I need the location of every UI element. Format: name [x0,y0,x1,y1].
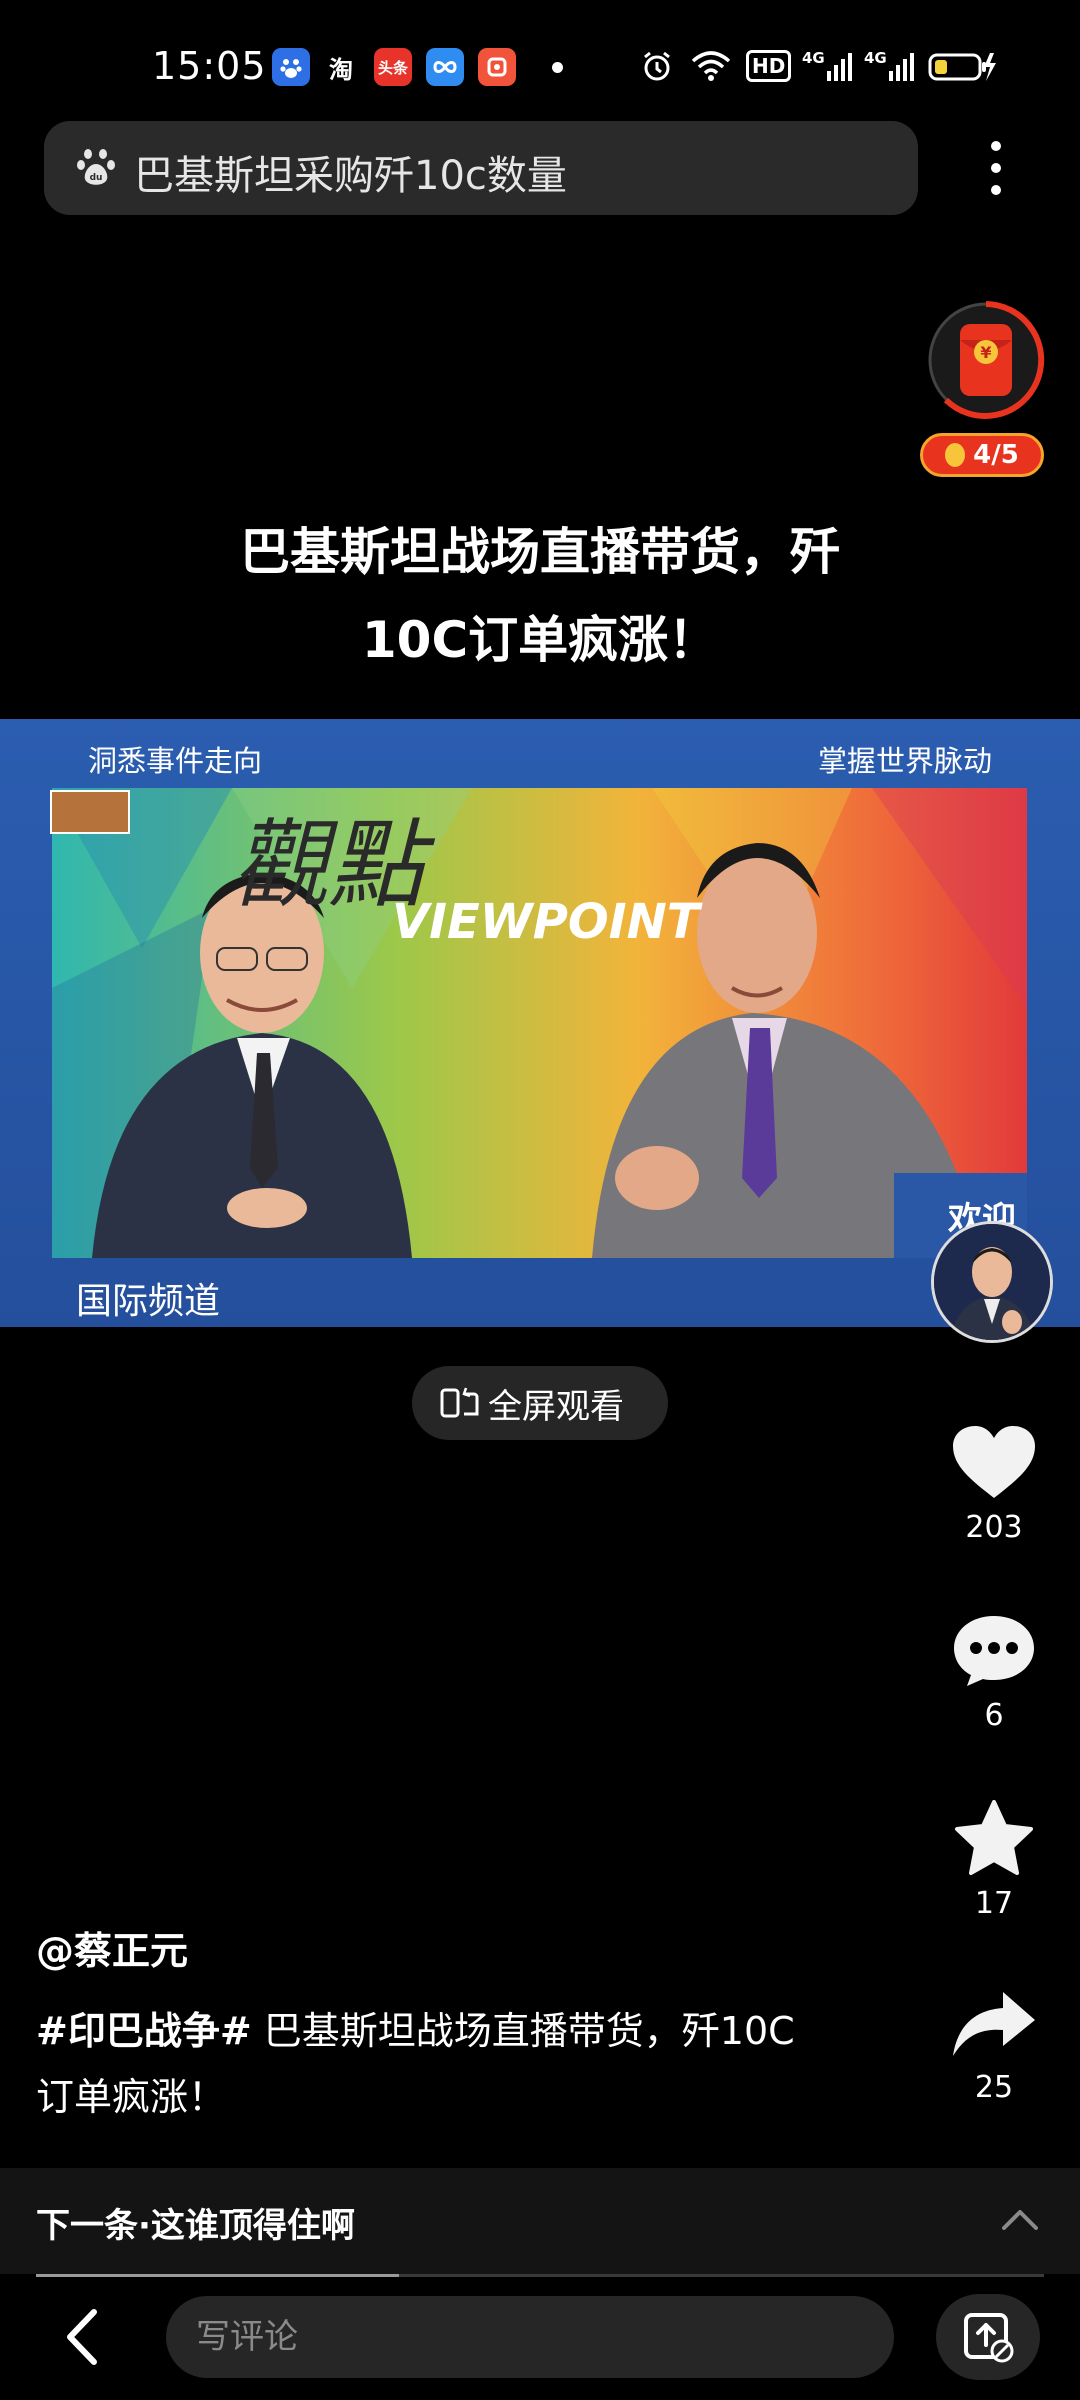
video-caption-right: 掌握世界脉动 [818,744,993,778]
share-count: 25 [974,2070,1014,2105]
wifi-icon [690,46,732,86]
favorite-count: 17 [974,1886,1014,1921]
taobao-app-icon: 淘 [322,48,360,86]
like-button[interactable]: 203 [940,1424,1048,1545]
playback-progress-fill [36,2274,399,2277]
red-packet-reward-button[interactable]: ¥ [926,300,1046,420]
star-icon [955,1800,1033,1875]
toutiao-app-icon: 头条 [374,48,412,86]
signal-2-icon: 4G [864,46,915,86]
reward-progress-text: 4/5 [973,440,1019,470]
share-button[interactable]: 25 [940,1990,1048,2105]
favorite-button[interactable]: 17 [940,1800,1048,1921]
video-title-line-1: 巴基斯坦战场直播带货，歼 [240,523,840,581]
baidu-netdisk-app-icon [426,48,464,86]
more-options-icon[interactable] [978,136,1014,200]
fullscreen-label: 全屏观看 [488,1386,624,1427]
fullscreen-button[interactable]: 全屏观看 [412,1366,668,1440]
video-title: 巴基斯坦战场直播带货，歼 10C订单疯涨！ [100,508,980,684]
svg-text:du: du [90,173,103,183]
screen-share-icon [964,2313,1014,2363]
notification-dot-icon [552,62,563,73]
status-time: 15:05 [152,44,267,88]
search-query[interactable]: 巴基斯坦采购歼10c数量 [134,143,567,201]
svg-text:¥: ¥ [980,343,991,362]
comment-count: 6 [984,1698,1004,1733]
video-caption-left: 洞悉事件走向 [88,744,263,778]
author-avatar[interactable] [931,1221,1053,1343]
post-description: #印巴战争# 巴基斯坦战场直播带货，歼10C订单疯涨！ [36,1998,796,2130]
battery-icon [928,46,996,86]
baidu-app-icon [272,48,310,86]
heart-icon [953,1426,1035,1498]
coin-icon [945,443,966,467]
hashtag-link[interactable]: #印巴战争# [36,2009,252,2053]
like-count: 203 [965,1510,1023,1545]
signal-1-icon: 4G [802,46,853,86]
next-video-label[interactable]: 下一条·这谁顶得住啊 [36,2198,355,2247]
share-arrow-icon [953,1992,1035,2056]
status-bar: 15:05 淘 头条 HD 4G 4G [0,0,1080,130]
chevron-up-icon[interactable] [1000,2204,1040,2234]
author-name[interactable]: @蔡正元 [36,1920,188,1975]
video-thumbnail-inset [50,790,130,834]
alarm-icon [640,46,674,86]
rotate-screen-icon [440,1386,480,1420]
back-arrow-icon[interactable] [58,2302,108,2372]
hd-icon: HD [746,46,792,86]
viewpoint-logo-sub: VIEWPOINT [392,894,703,950]
comment-bubble-icon [954,1616,1034,1686]
video-title-line-2: 10C订单疯涨！ [361,611,719,669]
reward-progress-badge[interactable]: 4/5 [920,433,1044,477]
channel-label: 国际频道 [76,1281,221,1322]
screen-share-button[interactable] [936,2294,1040,2380]
video-frame-image: 觀點 VIEWPOINT [52,788,1027,1258]
baidu-paw-icon: du [76,146,116,192]
pinduoduo-app-icon [478,48,516,86]
comment-button[interactable]: 6 [940,1612,1048,1733]
comment-input[interactable] [166,2296,894,2378]
